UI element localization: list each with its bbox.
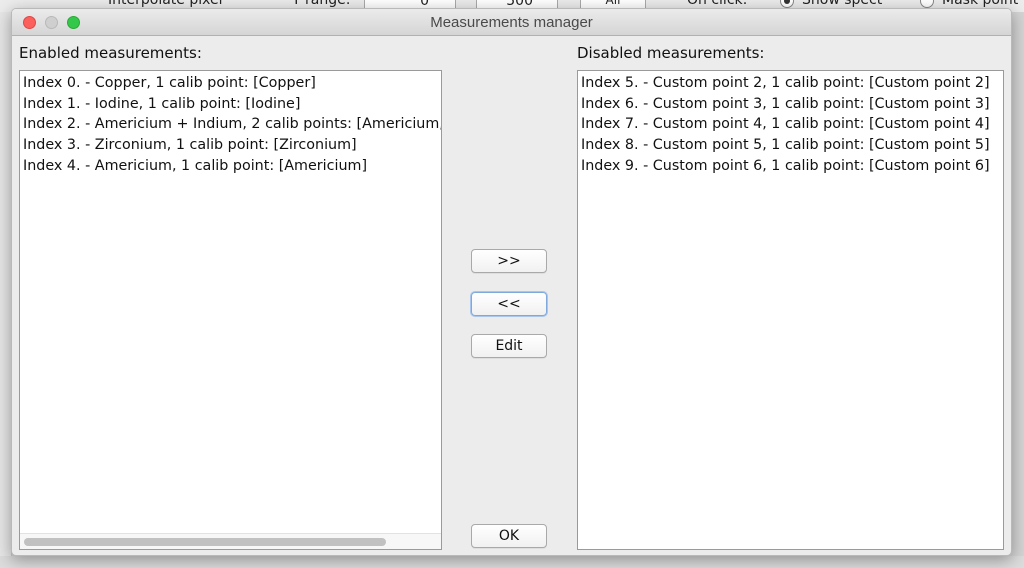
disabled-measurements-label: Disabled measurements: xyxy=(577,44,765,62)
list-item[interactable]: Index 0. - Copper, 1 calib point: [Coppe… xyxy=(20,73,441,94)
disabled-measurements-list[interactable]: Index 5. - Custom point 2, 1 calib point… xyxy=(577,70,1004,550)
list-item[interactable]: Index 3. - Zirconium, 1 calib point: [Zi… xyxy=(20,135,441,156)
scrollbar-thumb[interactable] xyxy=(24,538,386,546)
list-item[interactable]: Index 5. - Custom point 2, 1 calib point… xyxy=(578,73,1003,94)
background-app-bottom xyxy=(0,556,1024,568)
y-range-label: Y range: xyxy=(292,0,351,8)
enabled-measurements-label: Enabled measurements: xyxy=(19,44,202,62)
on-click-label: On click: xyxy=(687,0,748,8)
enabled-measurements-list[interactable]: Index 0. - Copper, 1 calib point: [Coppe… xyxy=(19,70,442,550)
list-item[interactable]: Index 8. - Custom point 5, 1 calib point… xyxy=(578,135,1003,156)
measurements-manager-window: Measurements manager Enabled measurement… xyxy=(11,8,1012,556)
title-bar[interactable]: Measurements manager xyxy=(12,9,1011,36)
list-item[interactable]: Index 4. - Americium, 1 calib point: [Am… xyxy=(20,156,441,177)
interpolate-label: Interpolate pixel xyxy=(108,0,223,8)
show-spect-radio[interactable] xyxy=(780,0,794,8)
list-item[interactable]: Index 9. - Custom point 6, 1 calib point… xyxy=(578,156,1003,177)
edit-button[interactable]: Edit xyxy=(471,334,547,358)
mask-point-label: Mask point xyxy=(942,0,1019,8)
show-spect-label: Show spect xyxy=(802,0,883,8)
ok-button[interactable]: OK xyxy=(471,524,547,548)
horizontal-scrollbar[interactable] xyxy=(20,533,441,549)
list-item[interactable]: Index 7. - Custom point 4, 1 calib point… xyxy=(578,114,1003,135)
list-item[interactable]: Index 1. - Iodine, 1 calib point: [Iodin… xyxy=(20,94,441,115)
move-to-disabled-button[interactable]: >> xyxy=(471,249,547,273)
mask-point-radio[interactable] xyxy=(920,0,934,8)
list-item[interactable]: Index 2. - Americium + Indium, 2 calib p… xyxy=(20,114,441,135)
move-to-enabled-button[interactable]: << xyxy=(471,292,547,316)
window-title: Measurements manager xyxy=(430,14,593,31)
list-item[interactable]: Index 6. - Custom point 3, 1 calib point… xyxy=(578,94,1003,115)
